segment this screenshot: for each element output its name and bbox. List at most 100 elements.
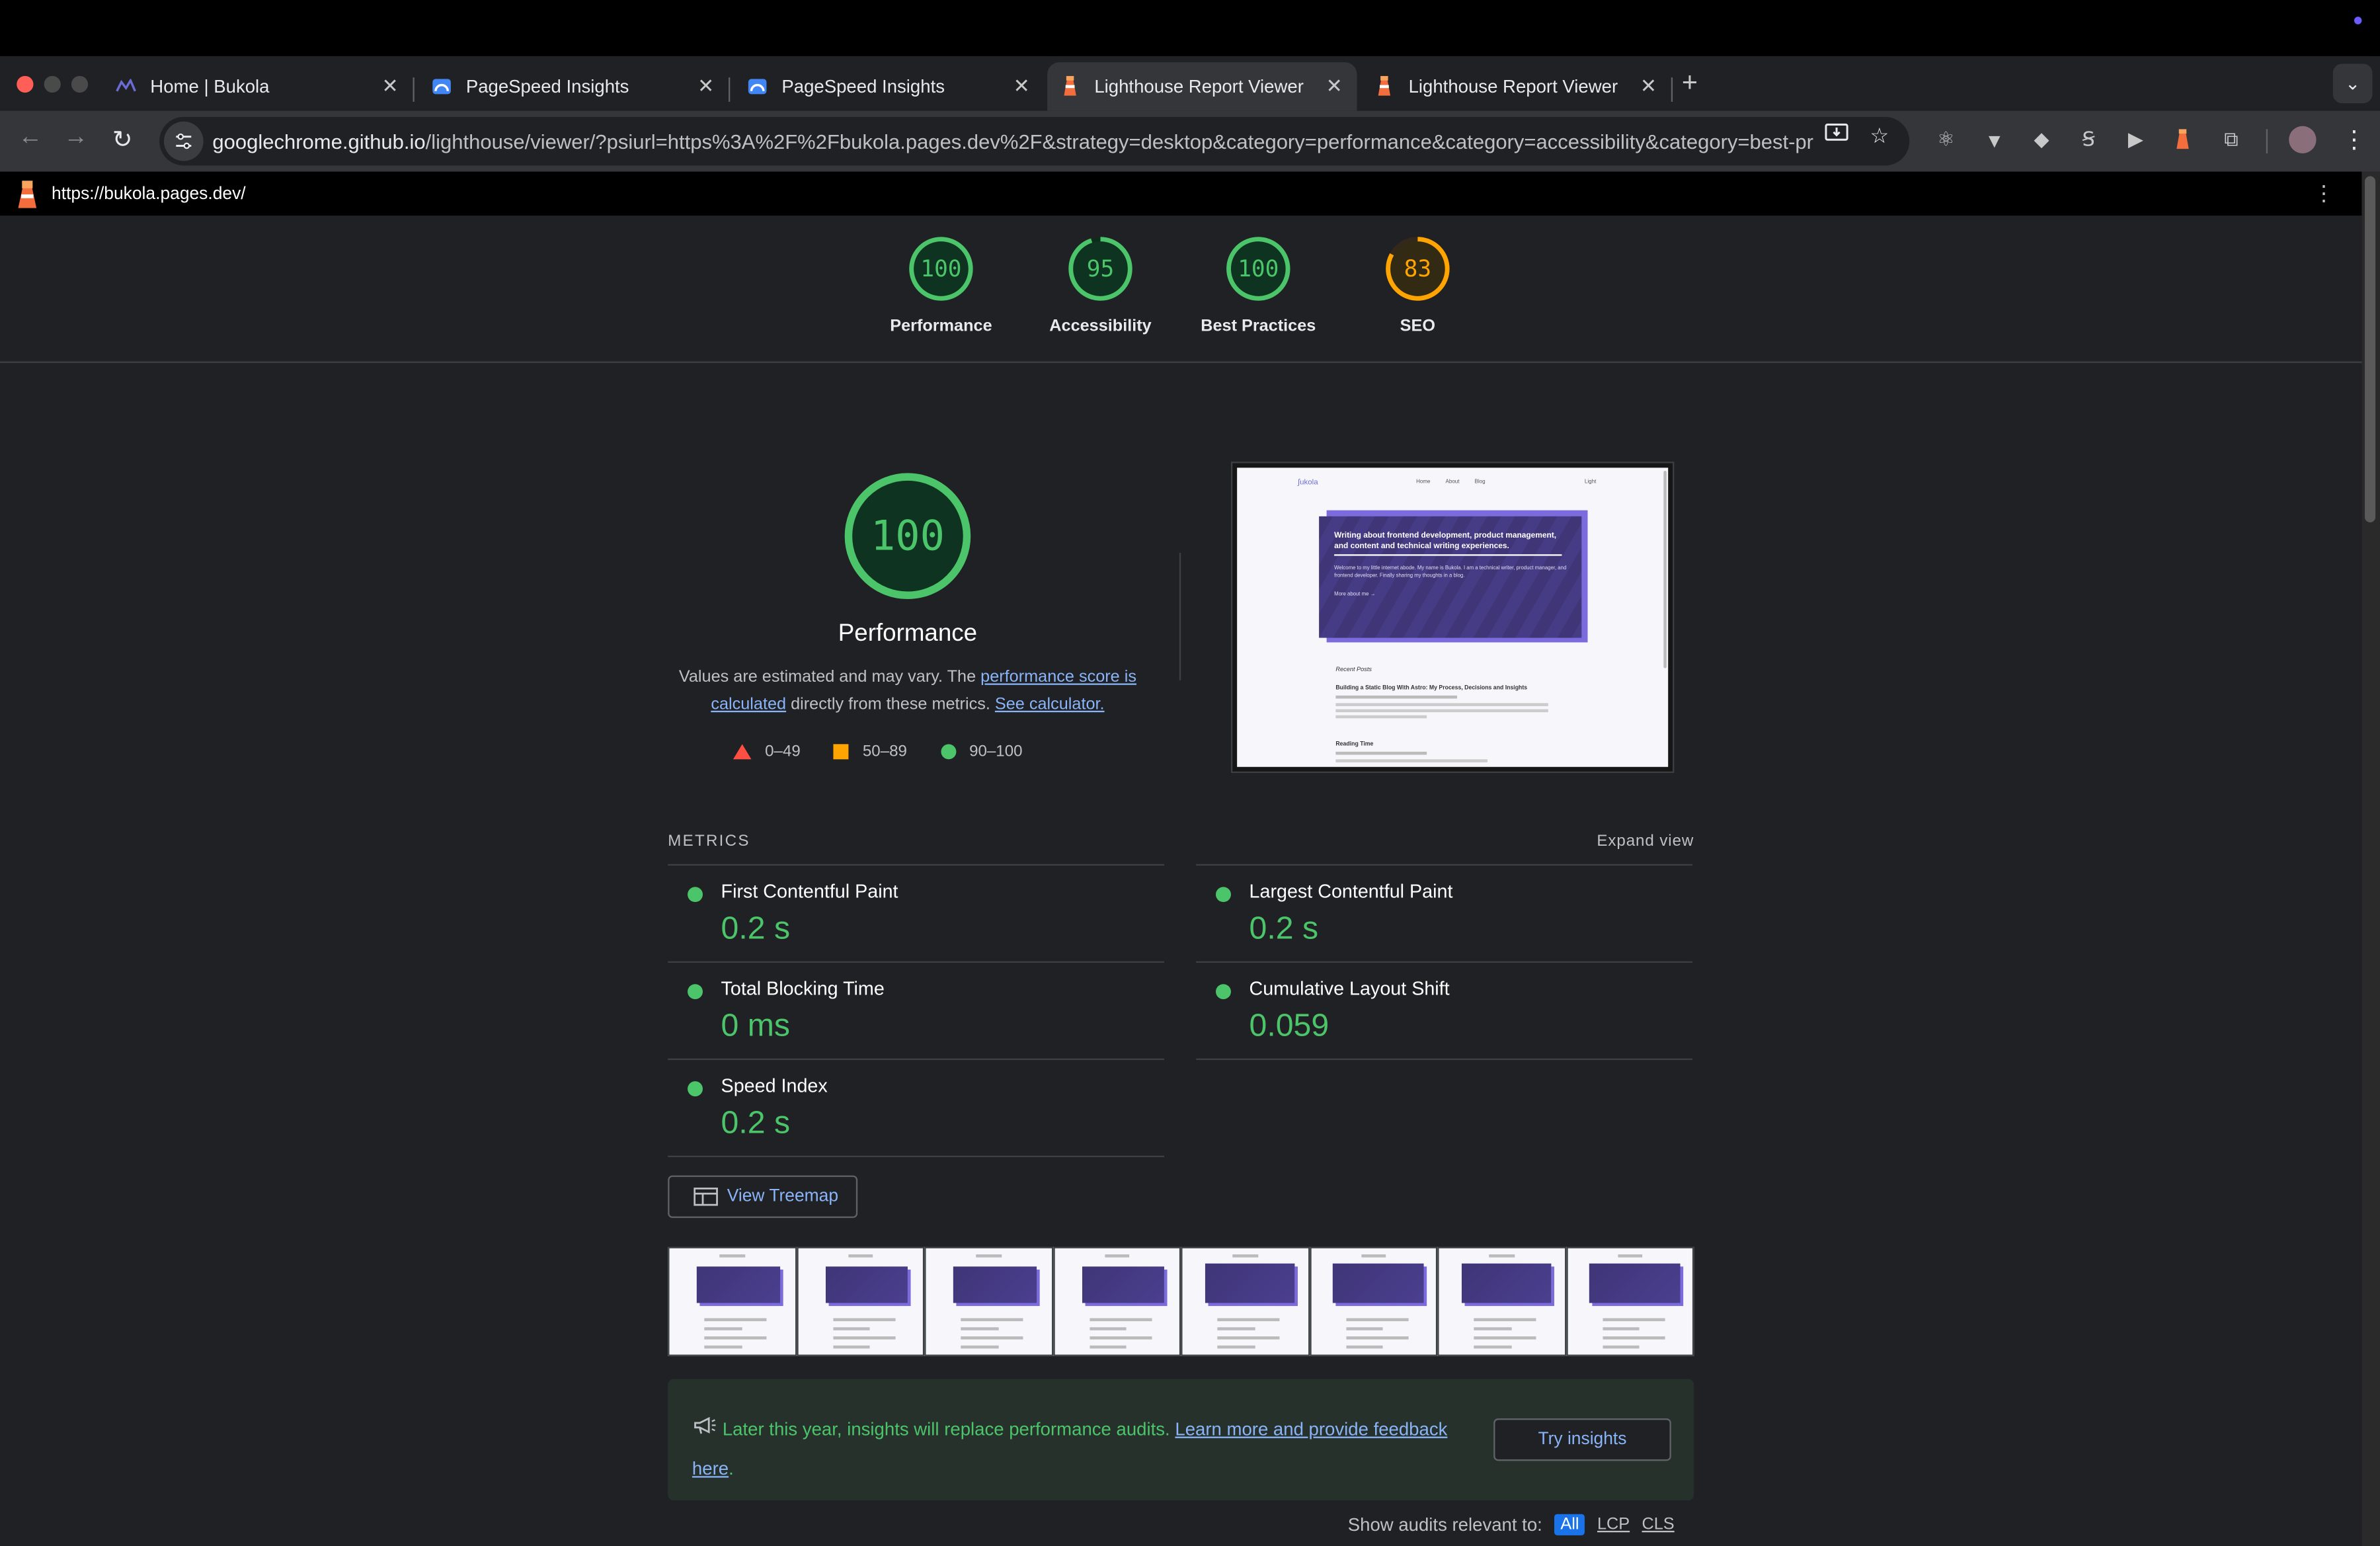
new-tab-button[interactable]: + [1682, 67, 1698, 99]
gauge-label: SEO [1400, 317, 1436, 336]
browser-menu-icon[interactable]: ⋮ [2342, 124, 2367, 155]
filter-chip-cls[interactable]: CLS [1642, 1516, 1675, 1534]
filter-chip-lcp[interactable]: LCP [1597, 1516, 1630, 1534]
legend-label: 0–49 [765, 743, 801, 761]
gauge-ring: 100 [1226, 237, 1290, 301]
notice-message: Later this year, insights will replace p… [722, 1418, 1175, 1440]
gauge-score: 95 [1087, 256, 1114, 282]
close-window-button[interactable] [17, 75, 34, 93]
frame-text-line [961, 1318, 1024, 1321]
frame-hero [1461, 1263, 1552, 1303]
score-legend: 0–49 50–89 90–100 [733, 743, 1056, 761]
svelte-devtools-icon[interactable]: Ꞩ [2077, 128, 2101, 152]
close-tab-icon[interactable]: ✕ [1011, 75, 1032, 99]
desc-text: directly from these metrics. [786, 695, 995, 714]
frame-nav [1232, 1254, 1258, 1258]
filmstrip-frame[interactable] [796, 1246, 925, 1356]
frame-text-line [704, 1345, 742, 1348]
filmstrip-frame[interactable] [1437, 1246, 1566, 1356]
report-menu-icon[interactable]: ⋮ [2313, 181, 2334, 206]
score-gauges-header: 100 Performance 95 Accessibility 100 Bes… [0, 216, 2362, 363]
maximize-window-button[interactable] [71, 75, 89, 93]
back-button[interactable]: ← [19, 124, 43, 151]
post-excerpt-line [1335, 709, 1548, 713]
vue-devtools-icon[interactable]: ▼ [1982, 128, 2006, 152]
try-insights-button[interactable]: Try insights [1493, 1418, 1671, 1461]
page-scrollbar[interactable] [2361, 171, 2380, 1546]
frame-text-line [1474, 1327, 1512, 1330]
tab-pagespeed-2[interactable]: PageSpeed Insights ✕ [734, 62, 1044, 110]
close-tab-icon[interactable]: ✕ [1638, 75, 1659, 99]
filmstrip-frame[interactable] [1052, 1246, 1181, 1356]
filmstrip-frame[interactable] [1309, 1246, 1438, 1356]
lighthouse-icon [1374, 75, 1395, 97]
filmstrip-frame[interactable] [1181, 1246, 1310, 1356]
gauge-performance[interactable]: 100 Performance [850, 235, 1033, 336]
address-bar[interactable]: googlechrome.github.io/lighthouse/viewer… [159, 116, 1910, 166]
reload-button[interactable]: ↻ [112, 124, 133, 155]
gauge-score: 100 [871, 511, 945, 559]
report-url[interactable]: https://bukola.pages.dev/ [52, 184, 246, 203]
frame-text-line [832, 1345, 871, 1348]
frame-text-line [832, 1336, 896, 1339]
metric-title: Largest Contentful Paint [1249, 881, 1453, 903]
expand-view-toggle[interactable]: Expand view [1597, 833, 1694, 851]
filter-chip-all[interactable]: All [1554, 1514, 1585, 1535]
desc-text: Values are estimated and may vary. The [678, 668, 981, 687]
react-devtools-icon[interactable]: ⚛ [1934, 128, 1958, 152]
gauge-label: Accessibility [1049, 317, 1152, 336]
site-nav: Home About Blog [1416, 478, 1485, 484]
frame-text-line [704, 1318, 768, 1321]
frame-nav [1104, 1254, 1130, 1258]
extension-flag-icon[interactable]: ▶ [2123, 128, 2148, 152]
final-screenshot[interactable]: ∫ukola Home About Blog Light Writing abo… [1230, 462, 1675, 773]
site-info-icon[interactable] [163, 121, 204, 161]
scrollbar-thumb[interactable] [2365, 176, 2376, 523]
metric-value: 0 ms [721, 1008, 791, 1043]
filmstrip-frame[interactable] [668, 1246, 797, 1356]
minimize-window-button[interactable] [44, 75, 61, 93]
profile-avatar[interactable] [2289, 126, 2317, 153]
forward-button[interactable]: → [63, 124, 88, 151]
post-excerpt-line [1335, 759, 1488, 762]
view-treemap-button[interactable]: View Treemap [668, 1175, 858, 1218]
metric-tbt: Total Blocking Time 0 ms [668, 961, 1164, 1059]
gauge-best-practices[interactable]: 100 Best Practices [1168, 235, 1350, 336]
see-calculator-link[interactable]: See calculator. [995, 696, 1105, 714]
close-tab-icon[interactable]: ✕ [1324, 75, 1345, 99]
filmstrip-frame[interactable] [924, 1246, 1053, 1356]
frame-nav [848, 1254, 873, 1258]
gauge-seo[interactable]: 83 SEO [1327, 235, 1509, 336]
address-url[interactable]: googlechrome.github.io/lighthouse/viewer… [212, 130, 1813, 152]
hero-title: Writing about frontend development, prod… [1334, 531, 1557, 551]
frame-text-line [1345, 1327, 1384, 1330]
tab-divider [413, 77, 415, 102]
tab-lighthouse-active[interactable]: Lighthouse Report Viewer ✕ [1047, 62, 1357, 111]
metric-title: Speed Index [721, 1075, 828, 1097]
close-tab-icon[interactable]: ✕ [695, 75, 717, 99]
extensions-puzzle-icon[interactable]: ⧉ [2219, 128, 2244, 152]
url-path: /lighthouse/viewer/?psiurl=https%3A%2F%2… [425, 130, 1814, 153]
legend-pass: 90–100 [940, 743, 1023, 761]
gauge-ring: 83 [1386, 237, 1450, 301]
tab-search-button[interactable]: ⌄ [2332, 63, 2373, 104]
tab-pagespeed-1[interactable]: PageSpeed Insights ✕ [419, 62, 729, 110]
install-app-icon[interactable] [1825, 123, 1849, 149]
close-tab-icon[interactable]: ✕ [379, 75, 401, 99]
extension-layers-icon[interactable]: ◆ [2030, 128, 2054, 152]
metric-divider [1196, 1058, 1692, 1061]
audit-filter: Show audits relevant to: All LCP CLS [1348, 1514, 1675, 1535]
tab-title: Lighthouse Report Viewer [1408, 75, 1618, 97]
pass-circle-icon [688, 984, 703, 1000]
bookmark-star-icon[interactable]: ☆ [1870, 123, 1889, 149]
filmstrip-frame[interactable] [1566, 1246, 1694, 1356]
post-excerpt-line [1335, 703, 1548, 706]
tab-lighthouse-2[interactable]: Lighthouse Report Viewer ✕ [1361, 62, 1671, 110]
tab-home-bukola[interactable]: Home | Bukola ✕ [103, 62, 413, 110]
gauge-ring-large: 100 [844, 473, 971, 600]
frame-text-line [1474, 1345, 1512, 1348]
frame-text-line [1345, 1345, 1384, 1348]
site-nav-item: About [1445, 478, 1460, 485]
lighthouse-extension-icon[interactable] [2170, 128, 2195, 152]
gauge-accessibility[interactable]: 95 Accessibility [1010, 235, 1192, 336]
